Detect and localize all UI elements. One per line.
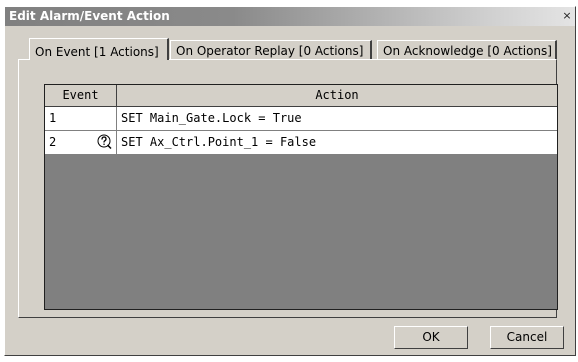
actions-grid[interactable]: Event Action 1 SET Main_Gate.Lock = True… bbox=[44, 84, 558, 310]
tab-label: On Event [1 Actions] bbox=[35, 45, 159, 59]
title-bar[interactable]: Edit Alarm/Event Action × bbox=[5, 7, 575, 26]
event-cell[interactable]: 2 bbox=[45, 131, 117, 154]
tab-on-event[interactable]: On Event [1 Actions] bbox=[29, 38, 169, 60]
tab-label: On Operator Replay [0 Actions] bbox=[176, 44, 364, 58]
action-cell[interactable]: SET Main_Gate.Lock = True bbox=[121, 107, 302, 130]
cancel-button[interactable]: Cancel bbox=[490, 326, 564, 349]
column-header-action[interactable]: Action bbox=[117, 85, 557, 106]
event-number: 2 bbox=[49, 135, 57, 149]
table-row[interactable]: 2 SET Ax_Ctrl.Point_1 = False bbox=[45, 131, 557, 155]
close-button[interactable]: × bbox=[561, 9, 573, 23]
action-cell[interactable]: SET Ax_Ctrl.Point_1 = False bbox=[121, 131, 316, 154]
column-header-event[interactable]: Event bbox=[45, 85, 117, 106]
question-mark-icon[interactable] bbox=[97, 134, 113, 150]
tab-on-operator-replay[interactable]: On Operator Replay [0 Actions] bbox=[170, 40, 372, 59]
ok-button[interactable]: OK bbox=[394, 326, 468, 349]
grid-header: Event Action bbox=[45, 85, 557, 107]
tab-on-acknowledge[interactable]: On Acknowledge [0 Actions] bbox=[377, 40, 557, 59]
event-cell[interactable]: 1 bbox=[45, 107, 117, 130]
table-row[interactable]: 1 SET Main_Gate.Lock = True bbox=[45, 107, 557, 131]
tab-label: On Acknowledge [0 Actions] bbox=[383, 44, 552, 58]
window-title: Edit Alarm/Event Action bbox=[9, 9, 170, 23]
